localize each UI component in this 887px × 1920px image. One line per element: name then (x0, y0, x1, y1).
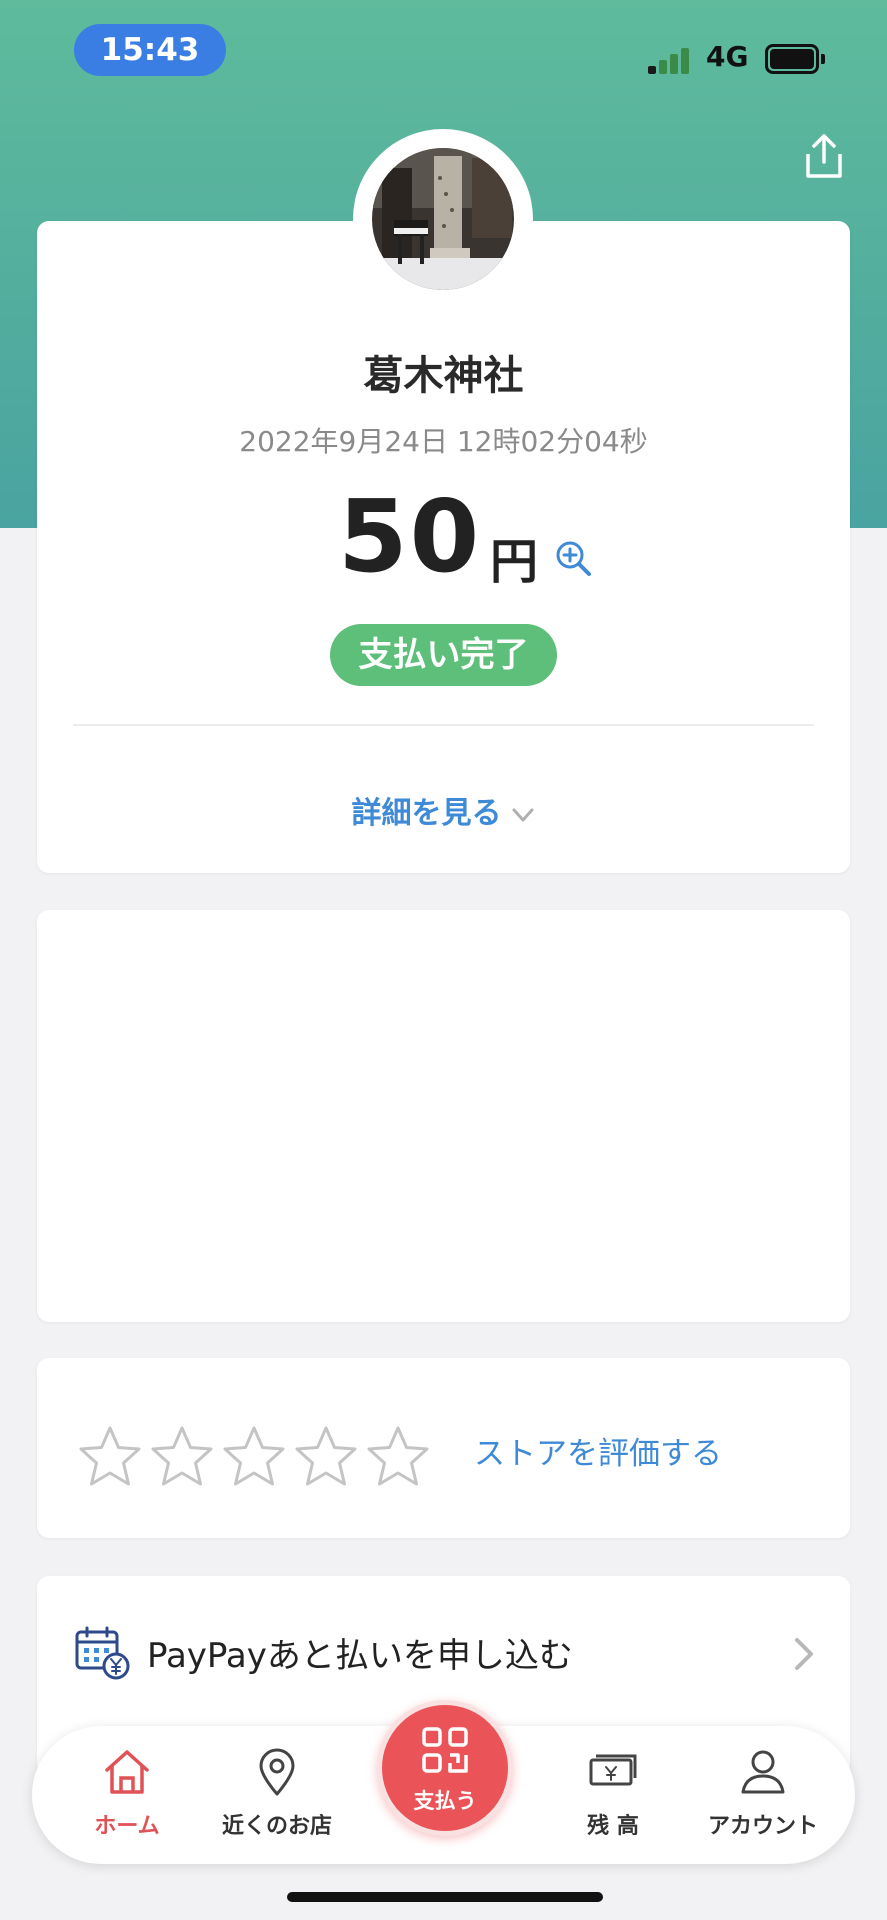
chevron-down-icon (512, 808, 533, 821)
user-icon (741, 1750, 785, 1794)
battery-icon (765, 44, 825, 74)
star-icon[interactable] (221, 1424, 287, 1490)
rate-store-link[interactable]: ストアを評価する (474, 1428, 722, 1473)
paypay-later-label: PayPayあと払いを申し込む (147, 1636, 573, 1676)
status-bar: 15:43 4G (0, 0, 887, 110)
tab-home-label: ホーム (94, 1814, 160, 1839)
star-icon[interactable] (77, 1424, 143, 1490)
payment-datetime: 2022年9月24日 12時02分04秒 (239, 425, 648, 458)
payment-amount: 50 (338, 478, 482, 595)
tab-nearby-label: 近くのお店 (221, 1814, 332, 1839)
pay-button[interactable]: 支払う (377, 1700, 513, 1836)
rating-card: ストアを評価する (37, 1358, 850, 1538)
qr-code-icon (422, 1727, 468, 1773)
home-indicator (287, 1892, 603, 1902)
tab-account[interactable]: アカウント (688, 1746, 838, 1846)
currency-unit: 円 (490, 534, 539, 590)
status-time: 15:43 (74, 24, 226, 76)
chevron-right-icon (795, 1638, 813, 1670)
zoom-in-icon[interactable] (554, 539, 592, 577)
star-rating[interactable] (77, 1424, 437, 1492)
tab-account-label: アカウント (707, 1814, 818, 1839)
star-icon[interactable] (149, 1424, 215, 1490)
amount-row: 50 円 (0, 482, 887, 592)
home-icon (105, 1750, 149, 1794)
details-link-label: 詳細を見る (351, 796, 502, 831)
tab-balance-label: 残 高 (587, 1814, 639, 1839)
star-icon[interactable] (365, 1424, 431, 1490)
share-button[interactable] (800, 132, 848, 180)
calendar-yen-icon (75, 1626, 130, 1680)
map-pin-icon (259, 1748, 295, 1796)
pay-button-label: 支払う (413, 1789, 477, 1813)
store-name: 葛木神社 (363, 353, 524, 399)
tab-balance[interactable]: 残 高 (538, 1746, 688, 1846)
star-icon[interactable] (293, 1424, 359, 1490)
signal-icon (648, 46, 692, 74)
blank-card (37, 910, 850, 1322)
divider (73, 724, 814, 726)
tab-home[interactable]: ホーム (52, 1746, 202, 1846)
network-type: 4G (706, 40, 749, 73)
details-link[interactable]: 詳細を見る (0, 788, 887, 832)
banknote-icon (589, 1754, 637, 1786)
status-badge: 支払い完了 (330, 624, 557, 686)
tab-nearby[interactable]: 近くのお店 (202, 1746, 352, 1846)
share-icon (806, 134, 842, 178)
store-avatar (372, 148, 514, 290)
